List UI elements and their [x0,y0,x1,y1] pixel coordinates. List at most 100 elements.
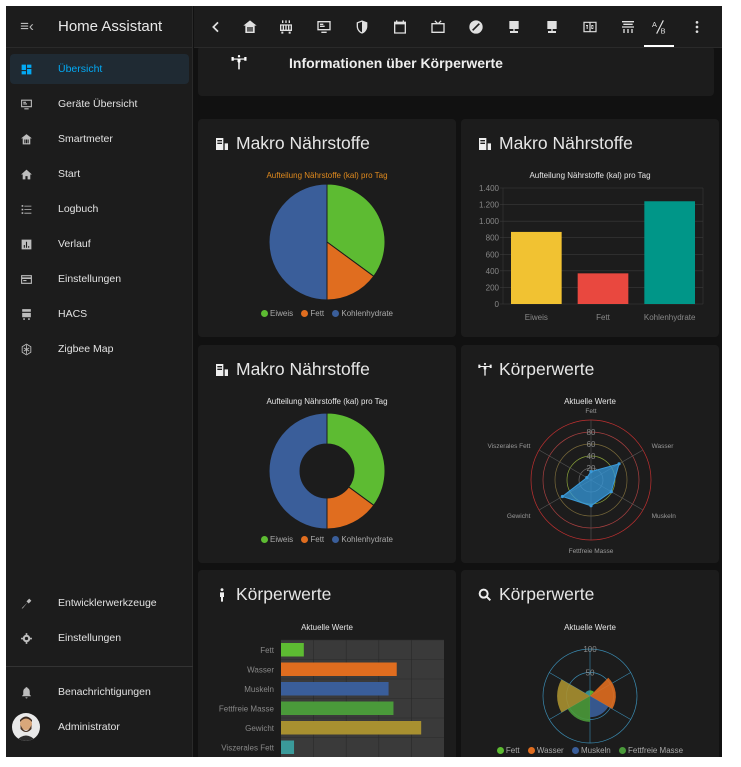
radar-axis-label: Viszerales Fett [488,443,531,450]
legend-item[interactable]: Kohlenhydrate [332,309,393,318]
radar-axis-label: Muskeln [652,513,677,520]
radar-axis-label: Wasser [652,443,675,450]
radar-spoke [538,449,592,481]
sidebar-header: ≡‹ Home Assistant [6,6,192,48]
radar-tick-label: 40 [587,452,596,461]
tab-radiator-icon[interactable] [278,19,294,35]
sidebar-item-hacs[interactable]: HACS [10,299,189,329]
info-card-title: Informationen über Körperwerte [289,55,503,71]
radar-axis-label: Gewicht [507,513,531,520]
pie-slice-kohlenhydrate [268,183,328,301]
legend-item[interactable]: Fett [301,309,324,318]
tab-shield-icon[interactable] [354,19,370,35]
tab-counter-icon[interactable] [582,19,598,35]
tab-desk-icon[interactable] [544,19,560,35]
y-tick-label: Muskeln [244,685,274,694]
sidebar-item-logbuch[interactable]: Logbuch [10,194,189,224]
y-tick-label: Fett [260,646,275,655]
radar-point [617,462,621,466]
legend-item[interactable]: Fett [496,746,520,755]
y-tick-label: Gewicht [245,724,275,733]
legend-item[interactable]: Fettfreie Masse [618,746,683,755]
active-tab-indicator [644,45,674,47]
legend-item[interactable]: Wasser [527,746,564,755]
chevron-left-icon[interactable] [208,19,224,35]
svg-text:A: A [652,20,657,29]
bar-fettfreie-masse [281,701,394,715]
sidebar-item-einstellungen-top[interactable]: Einstellungen [10,264,189,294]
zigbee-icon [10,343,42,356]
dashboard: Informationen über Körperwerte Makro Näh… [194,48,722,757]
bar-wasser [281,662,397,676]
menu-collapse-icon[interactable]: ≡‹ [6,18,48,35]
bar-fett [281,643,304,657]
y-tick-label: 200 [486,283,500,292]
tab-desk-lamp-icon[interactable] [506,19,522,35]
sidebar-item-geraete[interactable]: Geräte Übersicht [10,89,189,119]
sidebar-divider [6,666,193,667]
sidebar-item-einstellungen[interactable]: Einstellungen [10,623,189,653]
dashboard-icon [10,63,42,76]
x-tick-label: Eiweis [525,313,548,322]
legend-item[interactable]: Muskeln [571,746,611,755]
tab-circle-slash-icon[interactable] [468,19,484,35]
hammer-icon [10,597,42,610]
more-vert-icon[interactable] [689,19,705,35]
bar-viszerales-fett [281,740,295,754]
tab-bridge-icon[interactable] [620,19,636,35]
sidebar-item-smartmeter[interactable]: Smartmeter [10,124,189,154]
bar-eiweis [511,231,562,304]
y-tick-label: Viszerales Fett [221,743,275,752]
radar-tick-label: 60 [587,440,596,449]
pie-chart [268,183,386,301]
sidebar-item-label: Einstellungen [58,273,122,285]
radar-point [585,476,589,480]
y-tick-label: 1.400 [479,184,500,193]
legend-item[interactable]: Fett [301,535,324,544]
y-tick-label: Fettfreie Masse [219,704,275,713]
sidebar-item-entwicklerwerkzeuge[interactable]: Entwicklerwerkzeuge [10,588,189,618]
horizontal-bar-chart: Fett Wasser Muskeln Fettfreie Masse Gewicht V… [219,639,444,757]
sidebar-item-start[interactable]: Start [10,159,189,189]
donut-chart [268,412,386,530]
app-title: Home Assistant [58,18,163,35]
tab-home-building-icon[interactable] [242,19,258,35]
list-icon [10,203,42,216]
sidebar-item-zigbee[interactable]: Zigbee Map [10,334,189,364]
sidebar-item-verlauf[interactable]: Verlauf [10,229,189,259]
tab-tv-icon[interactable] [430,19,446,35]
radar-point [560,494,565,499]
top-tab-bar: AB [194,6,722,48]
sidebar-item-label: Logbuch [58,203,99,215]
sidebar-item-uebersicht[interactable]: Übersicht [10,54,189,84]
hacs-icon [10,308,42,321]
legend-item[interactable]: Kohlenhydrate [332,535,393,544]
cog-icon [10,632,42,645]
sidebar-item-label: Benachrichtigungen [58,686,151,698]
sidebar-item-benachrichtigungen[interactable]: Benachrichtigungen [10,677,189,707]
home-icon [10,168,42,181]
radar-point [589,504,593,508]
chart-legend: Eiweis Fett Kohlenhydrate [198,535,456,544]
legend-item[interactable]: Eiweis [261,535,293,544]
radar-chart: Fett Wasser Muskeln Fettfreie Masse Gewicht V… [488,408,677,555]
info-card: Informationen über Körperwerte [198,48,714,96]
y-tick-label: 1.000 [479,217,500,226]
y-tick-label: Wasser [247,665,274,674]
legend-item[interactable]: Eiweis [261,309,293,318]
bar-fett [577,273,629,304]
pie-slice-eiweis [326,412,386,507]
tab-monitor-icon[interactable] [316,19,332,35]
bar-muskeln [281,682,389,696]
tab-calendar-icon[interactable] [392,19,408,35]
sidebar-item-administrator[interactable]: Administrator [10,712,189,742]
radar-point [609,490,613,494]
tab-fraction-icon[interactable]: AB [652,19,668,35]
sidebar-item-label: Entwicklerwerkzeuge [58,597,157,609]
x-tick-label: Fett [596,313,611,322]
sidebar-item-label: Übersicht [58,63,103,75]
polar-area-chart: 50 100 [542,645,638,744]
sidebar-item-label: Verlauf [58,238,91,250]
card-makro-donut: Makro Nährstoffe Aufteilung Nährstoffe (… [198,345,456,563]
chart-box-icon [10,238,42,251]
